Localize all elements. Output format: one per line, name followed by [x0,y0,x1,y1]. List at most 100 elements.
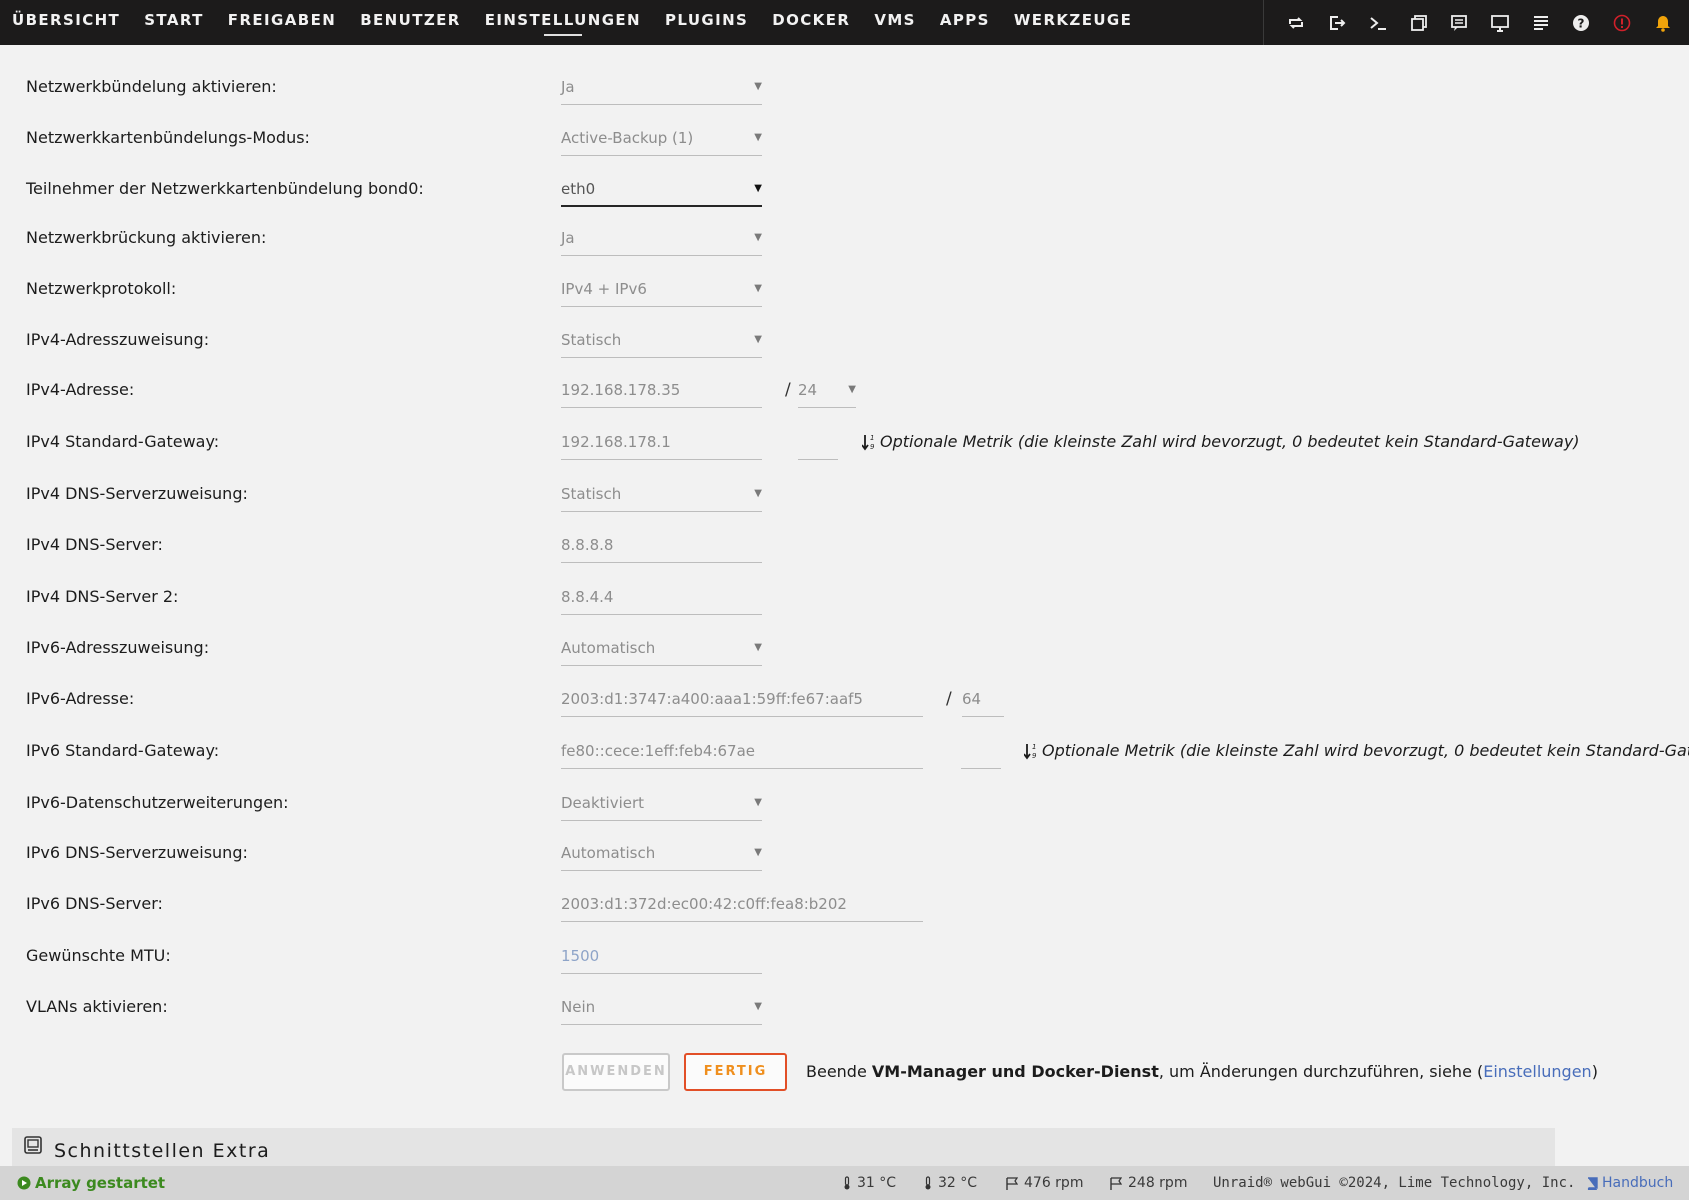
nav-vms[interactable]: VMS [862,0,928,45]
select-bonding[interactable]: Ja ▼ [561,69,762,105]
label-ipv6-gateway: IPv6 Standard-Gateway: [26,741,220,760]
input-ipv4-address[interactable]: 192.168.178.35 [561,372,762,408]
terminal-icon[interactable] [1358,0,1399,45]
select-bonding-mode-value: Active-Backup (1) [561,129,694,147]
nav-uebersicht[interactable]: ÜBERSICHT [0,0,132,45]
input-ipv4-gateway[interactable]: 192.168.178.1 [561,424,762,460]
label-bonding: Netzwerkbündelung aktivieren: [26,77,277,96]
flag-icon [1006,1176,1018,1190]
select-ipv6-assignment-value: Automatisch [561,639,656,657]
log-icon[interactable] [1520,0,1561,45]
nav-freigaben[interactable]: FREIGABEN [216,0,348,45]
select-ipv4-dns-assignment-value: Statisch [561,485,622,503]
done-button[interactable]: FERTIG [684,1053,787,1091]
manual-link[interactable]: Handbuch [1586,1166,1673,1200]
label-ipv6-assignment: IPv6-Adresszuweisung: [26,638,210,657]
ipv6-metric-hint-text: Optionale Metrik (die kleinste Zahl wird… [1042,741,1689,760]
cpu-temperature: 31 °C [843,1166,896,1200]
input-ipv6-gateway-metric[interactable] [961,733,1001,769]
main-menu: ÜBERSICHT START FREIGABEN BENUTZER EINST… [0,0,1144,45]
logout-icon[interactable] [1317,0,1358,45]
select-ipv6-privacy[interactable]: Deaktiviert ▼ [561,785,762,821]
nav-benutzer[interactable]: BENUTZER [348,0,473,45]
play-circle-icon [17,1176,31,1190]
row-ipv4-address: IPv4-Adresse: 192.168.178.35 / 24 ▼ [0,368,1689,412]
label-bonding-mode: Netzwerkkartenbündelungs-Modus: [26,128,310,147]
chevron-down-icon: ▼ [754,1001,762,1012]
chevron-down-icon: ▼ [754,334,762,345]
feedback-icon[interactable] [1398,0,1439,45]
label-bond-members: Teilnehmer der Netzwerkkartenbündelung b… [26,179,424,198]
input-mtu[interactable]: 1500 [561,938,762,974]
select-bridging[interactable]: Ja ▼ [561,220,762,256]
input-ipv4-dns2[interactable]: 8.8.4.4 [561,579,762,615]
input-ipv4-dns1-value: 8.8.8.8 [561,536,614,554]
nav-docker[interactable]: DOCKER [760,0,862,45]
notification-bell-icon[interactable] [1642,0,1683,45]
slash-separator: / [946,689,952,709]
section-header-interfaces-extra[interactable]: Schnittstellen Extra [12,1128,1555,1166]
chevron-down-icon: ▼ [754,132,762,143]
row-ipv4-dns-assignment: IPv4 DNS-Serverzuweisung: Statisch ▼ [0,472,1689,516]
svg-text:9: 9 [870,443,875,451]
row-ipv6-address: IPv6-Adresse: 2003:d1:3747:a400:aaa1:59f… [0,677,1689,721]
label-ipv6-dns-assignment: IPv6 DNS-Serverzuweisung: [26,843,248,862]
select-ipv4-assignment-value: Statisch [561,331,622,349]
notice-text-mid: , um Änderungen durchzuführen, siehe ( [1158,1062,1484,1081]
monitor-icon[interactable] [1480,0,1521,45]
select-ipv6-dns-assignment[interactable]: Automatisch ▼ [561,835,762,871]
nav-einstellungen[interactable]: EINSTELLUNGEN [473,0,653,45]
label-ipv6-dns: IPv6 DNS-Server: [26,894,163,913]
row-ipv4-dns2: IPv4 DNS-Server 2: 8.8.4.4 [0,575,1689,619]
input-ipv4-dns2-value: 8.8.4.4 [561,588,614,606]
input-ipv6-address-value: 2003:d1:3747:a400:aaa1:59ff:fe67:aaf5 [561,690,863,708]
select-ipv6-assignment[interactable]: Automatisch ▼ [561,630,762,666]
input-ipv6-prefix-value: 64 [962,690,982,708]
settings-link[interactable]: Einstellungen [1483,1062,1591,1081]
label-bridging: Netzwerkbrückung aktivieren: [26,228,267,247]
chevron-down-icon: ▼ [754,232,762,243]
ipv6-metric-hint: 19 Optionale Metrik (die kleinste Zahl w… [1024,729,1689,773]
select-bond-members-value: eth0 [561,180,596,198]
row-ipv4-assignment: IPv4-Adresszuweisung: Statisch ▼ [0,318,1689,362]
row-bonding: Netzwerkbündelung aktivieren: Ja ▼ [0,65,1689,109]
label-ipv4-address: IPv4-Adresse: [26,380,135,399]
help-icon[interactable]: ? [1561,0,1602,45]
row-ipv6-dns-assignment: IPv6 DNS-Serverzuweisung: Automatisch ▼ [0,831,1689,875]
chevron-down-icon: ▼ [754,797,762,808]
nav-start[interactable]: START [132,0,216,45]
row-ipv4-gateway: IPv4 Standard-Gateway: 192.168.178.1 19 … [0,420,1689,464]
input-ipv6-prefix[interactable]: 64 [962,681,1004,717]
select-bond-members[interactable]: eth0 ▼ [561,171,762,207]
input-ipv6-gateway[interactable]: fe80::cece:1eff:feb4:67ae [561,733,923,769]
select-vlans[interactable]: Nein ▼ [561,989,762,1025]
select-ipv4-assignment[interactable]: Statisch ▼ [561,322,762,358]
label-ipv4-dns2: IPv4 DNS-Server 2: [26,587,179,606]
nav-apps[interactable]: APPS [928,0,1002,45]
select-protocol[interactable]: IPv4 + IPv6 ▼ [561,271,762,307]
nav-plugins[interactable]: PLUGINS [653,0,760,45]
apply-button[interactable]: ANWENDEN [562,1053,670,1091]
board-temperature: 32 °C [924,1166,977,1200]
select-ipv4-mask[interactable]: 24 ▼ [798,372,856,408]
chevron-down-icon: ▼ [754,283,762,294]
input-ipv4-gateway-metric[interactable] [798,424,838,460]
select-ipv4-dns-assignment[interactable]: Statisch ▼ [561,476,762,512]
board-temperature-value: 32 °C [938,1175,978,1191]
switch-language-icon[interactable] [1276,0,1317,45]
chevron-down-icon: ▼ [754,183,762,194]
svg-text:1: 1 [870,434,874,442]
info-icon[interactable] [1439,0,1480,45]
notice-text-pre: Beende [806,1062,872,1081]
alert-icon[interactable] [1602,0,1643,45]
input-ipv4-gateway-value: 192.168.178.1 [561,433,671,451]
array-status-text: Array gestartet [35,1174,166,1192]
nav-werkzeuge[interactable]: WERKZEUGE [1002,0,1144,45]
input-ipv6-dns[interactable]: 2003:d1:372d:ec00:42:c0ff:fea8:b202 [561,886,923,922]
svg-text:1: 1 [1032,743,1036,751]
row-bridging: Netzwerkbrückung aktivieren: Ja ▼ [0,216,1689,260]
input-ipv6-address[interactable]: 2003:d1:3747:a400:aaa1:59ff:fe67:aaf5 [561,681,923,717]
select-bonding-mode[interactable]: Active-Backup (1) ▼ [561,120,762,156]
slash-separator: / [785,380,791,400]
input-ipv4-dns1[interactable]: 8.8.8.8 [561,527,762,563]
